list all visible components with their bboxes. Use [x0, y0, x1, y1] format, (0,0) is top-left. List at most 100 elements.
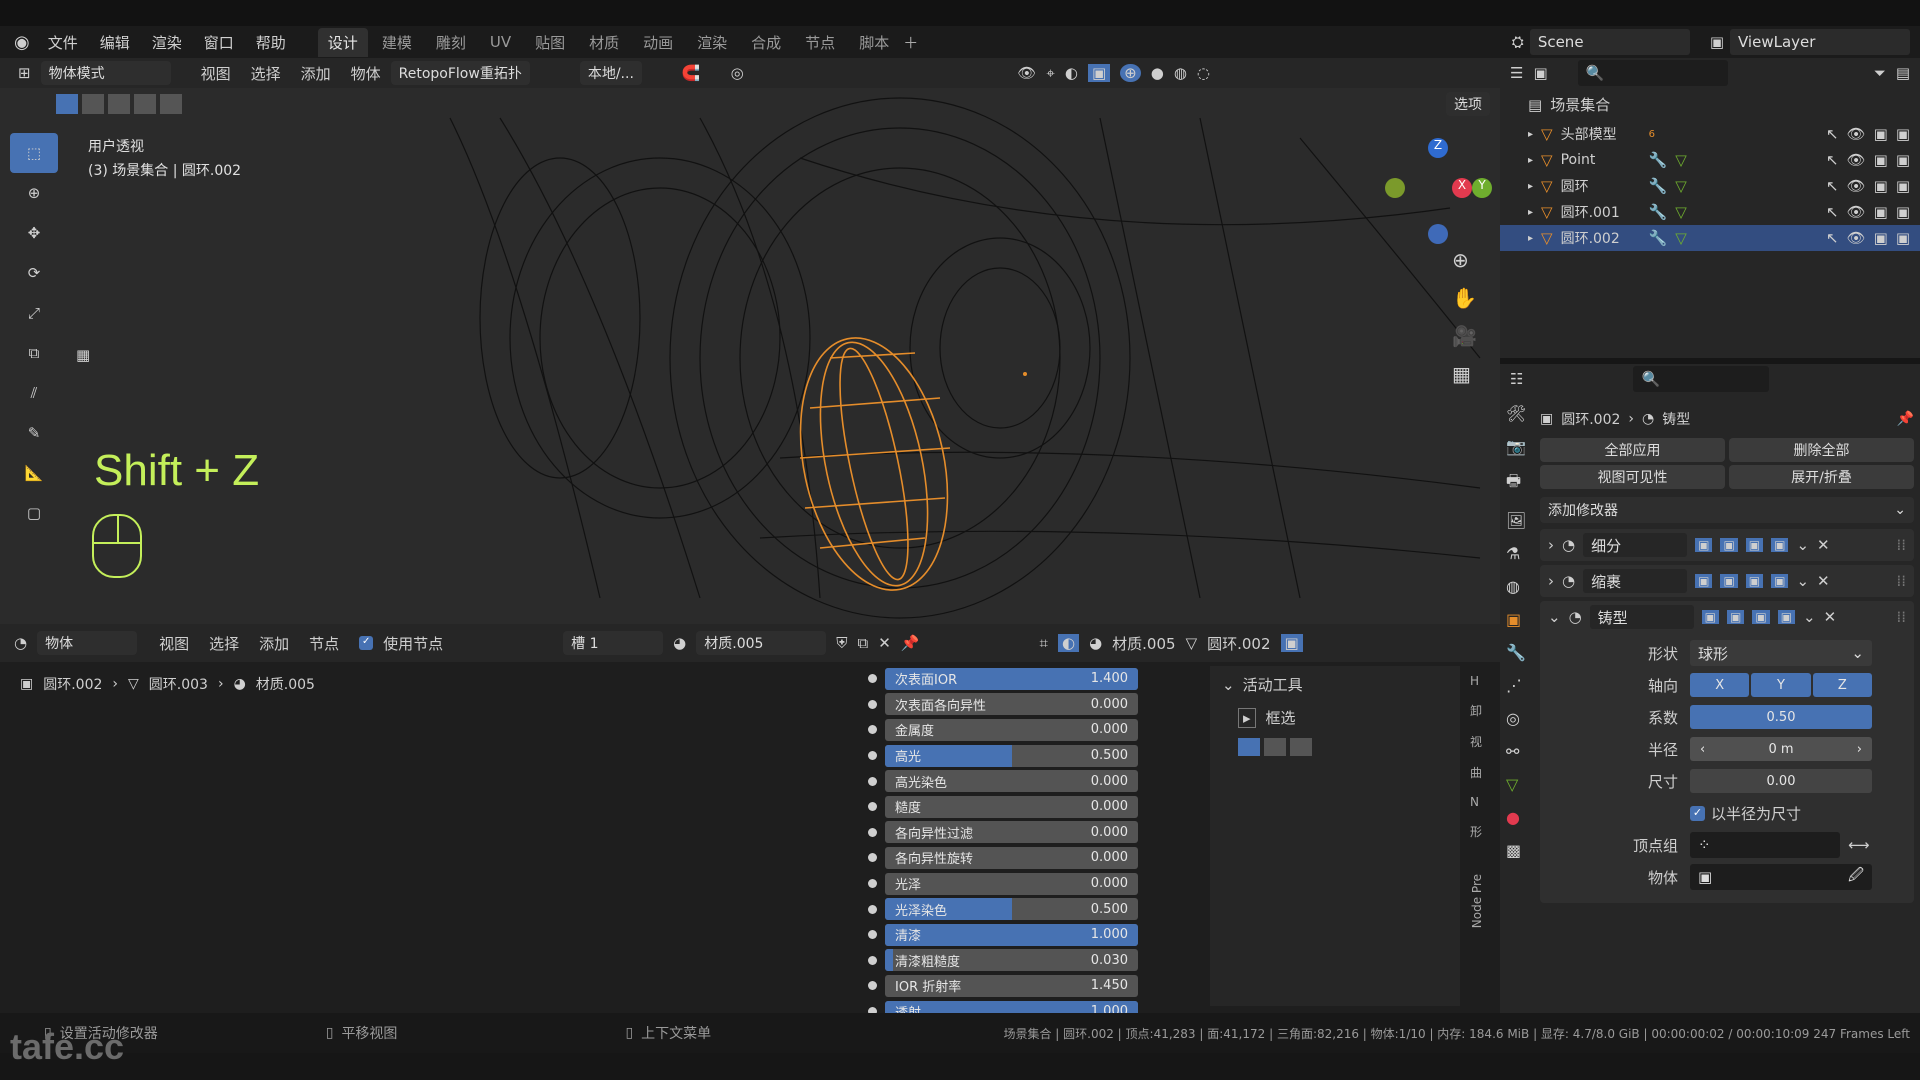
shader-input-slider[interactable]: 各向异性过滤 0.000	[885, 821, 1138, 844]
socket-icon[interactable]	[868, 879, 877, 889]
on-cage-icon[interactable]: ▣	[1720, 574, 1738, 588]
workspace-tab[interactable]: 节点	[795, 28, 845, 57]
drag-handle-icon[interactable]: ⁞⁞	[1896, 608, 1906, 626]
shader-input-slider[interactable]: 各向异性旋转 0.000	[885, 846, 1138, 869]
grid-icon[interactable]: ▦	[1452, 362, 1477, 386]
z-axis-icon[interactable]: Z	[1428, 138, 1448, 158]
scene-icon[interactable]: ⛭	[1512, 33, 1524, 51]
node-select-extend-icon[interactable]	[1264, 738, 1286, 756]
eye-icon[interactable]: 👁	[1847, 125, 1866, 143]
modifier-name-field[interactable]: 缩裹	[1583, 569, 1688, 593]
viewport-icon[interactable]: ▣	[1874, 203, 1888, 221]
outliner-item[interactable]: ▸ ▽ 圆环.002 🔧 ▽ ↖ 👁 ▣ ▣	[1500, 225, 1920, 251]
3d-viewport[interactable]: ⊞ 物体模式 视图 选择 添加 物体 RetopoFlow重拓扑 本地/... 🧲 ◎…	[0, 58, 1500, 624]
menu-item[interactable]: 渲染	[152, 32, 182, 53]
constraints-tab-icon[interactable]: ⚯	[1506, 742, 1526, 761]
select-box-tool-icon[interactable]: ⬚	[10, 133, 58, 173]
side-tab-2[interactable]: 卸	[1470, 702, 1484, 719]
selectable-icon[interactable]: ↖	[1826, 177, 1839, 195]
viewport-display-icon[interactable]: ▣	[1752, 610, 1770, 624]
side-tab-node-pre[interactable]: Node Pre	[1470, 874, 1484, 928]
shader-editor-icon[interactable]: ◔	[14, 634, 27, 652]
data-tab-icon[interactable]: ▽	[1506, 775, 1526, 794]
render-icon[interactable]: ▣	[1896, 177, 1910, 195]
eye-icon[interactable]: 👁	[1847, 203, 1866, 221]
menu-item[interactable]: 编辑	[100, 32, 130, 53]
zoom-icon[interactable]: ⊕	[1452, 248, 1477, 272]
render-display-icon[interactable]: ▣	[1777, 610, 1796, 624]
particles-tab-icon[interactable]: ⋰	[1506, 676, 1526, 695]
pin-icon[interactable]: 📌	[1897, 411, 1914, 427]
shader-editor[interactable]: ◔ 物体 视图 选择 添加 节点 ✓ 使用节点 槽 1 ◕ 材质.005 ⛨ ⧉ ✕ …	[0, 624, 1500, 1023]
shader-input-slider[interactable]: 次表面IOR 1.400	[885, 667, 1138, 690]
overlay-node-icon[interactable]: ◐	[1057, 634, 1080, 652]
socket-icon[interactable]	[868, 725, 877, 735]
pan-hand-icon[interactable]: ✋	[1452, 286, 1477, 310]
delete-all-button[interactable]: 删除全部	[1729, 438, 1914, 462]
expand-arrow-icon[interactable]: ▸	[1528, 155, 1533, 166]
drag-handle-icon[interactable]: ⁞⁞	[1896, 536, 1906, 554]
workspace-tab[interactable]: 建模	[372, 28, 422, 57]
object-field[interactable]: ▣ 🖉	[1690, 864, 1872, 890]
scene-field[interactable]: Scene	[1529, 29, 1690, 55]
draw-tool-icon[interactable]: ✎	[10, 413, 58, 453]
workspace-tab[interactable]: 材质	[579, 28, 629, 57]
socket-icon[interactable]	[868, 955, 877, 965]
expand-arrow-icon[interactable]: ›	[1548, 536, 1554, 554]
object-tab-icon[interactable]: ▣	[1506, 610, 1526, 629]
sidebar-toggle-icon[interactable]: ▣	[1280, 634, 1303, 652]
add-modifier-dropdown[interactable]: 添加修改器 ⌄	[1540, 497, 1914, 523]
texture-tab-icon[interactable]: ▩	[1506, 841, 1526, 860]
vertex-group-field[interactable]: ⁘	[1690, 832, 1840, 858]
on-cage-icon[interactable]: ▣	[1720, 538, 1738, 552]
menu-item[interactable]: 窗口	[204, 32, 234, 53]
view-layer-tab-icon[interactable]: 🖼	[1506, 511, 1526, 530]
viewlayer-icon[interactable]: ▣	[1710, 33, 1724, 51]
menu-item[interactable]: 帮助	[256, 32, 286, 53]
selectable-icon[interactable]: ↖	[1826, 125, 1839, 143]
socket-icon[interactable]	[868, 904, 877, 914]
move-tool-icon[interactable]: ✥	[10, 213, 58, 253]
workspace-tab[interactable]: 动画	[633, 28, 683, 57]
eye-icon[interactable]: 👁	[1847, 177, 1866, 195]
node-menu-item[interactable]: 节点	[309, 633, 339, 654]
on-cage-icon[interactable]: ▣	[1727, 610, 1745, 624]
material-browse-icon[interactable]: ◕	[673, 634, 686, 652]
workspace-tab[interactable]: 脚本	[849, 28, 899, 57]
modifier-tab-icon[interactable]: 🔧	[1506, 643, 1526, 662]
outliner-search[interactable]: 🔍	[1577, 60, 1728, 86]
new-collection-icon[interactable]: ▤	[1896, 64, 1910, 82]
y-axis-icon[interactable]: Y	[1472, 178, 1492, 198]
cursor-tool-icon[interactable]: ⊕	[10, 173, 58, 213]
edit-mode-icon[interactable]: ▣	[1695, 538, 1713, 552]
properties-search[interactable]: 🔍	[1633, 366, 1770, 392]
socket-icon[interactable]	[868, 674, 877, 684]
edit-mode-icon[interactable]: ▣	[1701, 610, 1720, 624]
menu-item[interactable]: 文件	[48, 32, 78, 53]
outliner-item[interactable]: ▸ ▽ 头部模型 6 ↖ 👁 ▣ ▣	[1500, 121, 1920, 147]
modifier-menu-icon[interactable]: ⌄	[1796, 572, 1809, 590]
viewport-icon[interactable]: ▣	[1874, 229, 1888, 247]
add-cube-tool-icon[interactable]: ▢	[10, 493, 58, 533]
add-workspace-icon[interactable]: ＋	[903, 32, 918, 53]
measure-tool-icon[interactable]: 📐	[10, 453, 58, 493]
modifier-panel[interactable]: › ◔ 细分 ▣ ▣ ▣ ▣ ⌄ ✕ ⁞⁞	[1540, 529, 1914, 561]
node-breadcrumb-item[interactable]: 圆环.003	[149, 674, 208, 694]
shader-input-slider[interactable]: IOR 折射率 1.450	[885, 974, 1138, 997]
use-radius-checkbox[interactable]: ✓	[1690, 805, 1705, 821]
fake-user-icon[interactable]: ⛨	[836, 634, 847, 652]
node-select-subtract-icon[interactable]	[1290, 738, 1312, 756]
use-nodes-checkbox[interactable]: ✓	[359, 636, 374, 650]
unlink-material-icon[interactable]: ✕	[878, 634, 891, 652]
axis-toggle-y[interactable]: Y	[1751, 673, 1811, 697]
side-tab-5[interactable]: 形	[1470, 823, 1484, 840]
scene-tab-icon[interactable]: ⚗	[1506, 544, 1526, 563]
side-tab-3[interactable]: 视	[1470, 733, 1484, 750]
render-icon[interactable]: ▣	[1896, 125, 1910, 143]
workspace-tab[interactable]: UV	[480, 29, 521, 55]
checker-icon[interactable]: ▦	[76, 346, 90, 364]
blender-logo-icon[interactable]: ◉	[14, 32, 30, 53]
material-tab-icon[interactable]: ●	[1506, 808, 1526, 827]
x-axis-icon[interactable]: X	[1452, 178, 1472, 198]
snap-node-icon[interactable]: ⌗	[1040, 634, 1048, 652]
